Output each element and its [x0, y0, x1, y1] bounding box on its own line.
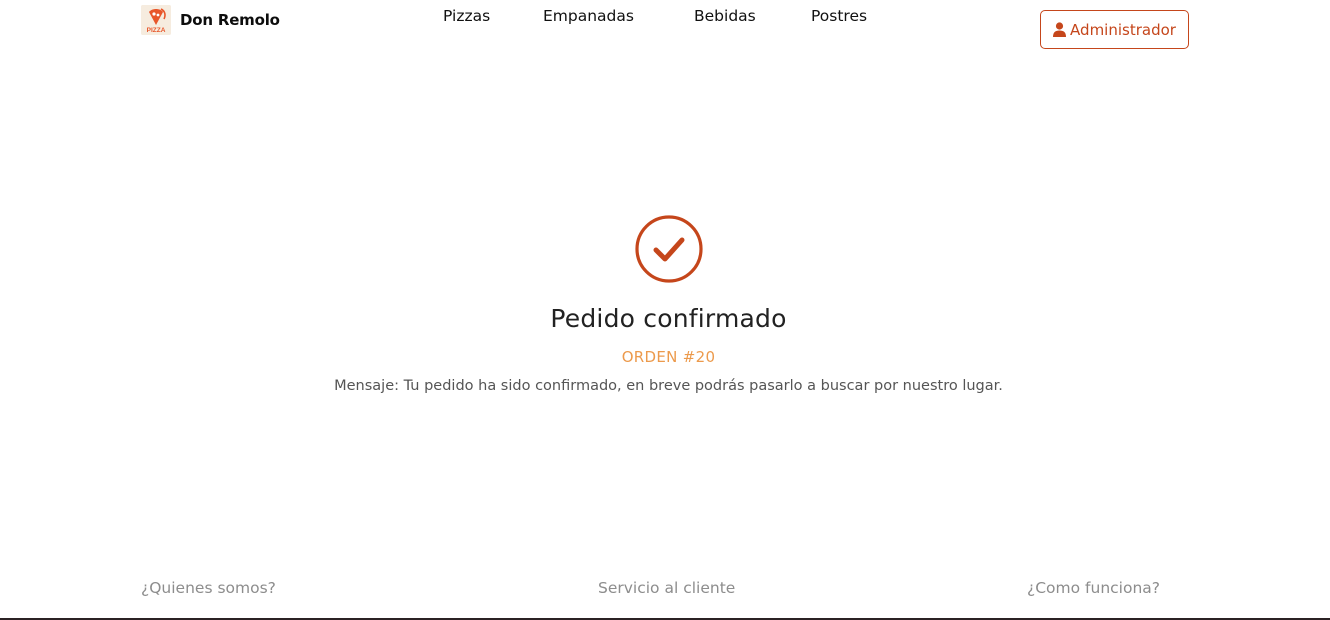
- confirmation-message: Mensaje: Tu pedido ha sido confirmado, e…: [334, 378, 1003, 394]
- nav-item-bebidas[interactable]: Bebidas: [694, 7, 756, 25]
- nav-item-postres[interactable]: Postres: [811, 7, 867, 25]
- nav-item-pizzas[interactable]: Pizzas: [443, 7, 490, 25]
- order-confirmation: Pedido confirmado ORDEN #20 Mensaje: Tu …: [0, 214, 1330, 394]
- footer-link-como-funciona[interactable]: ¿Como funciona?: [1027, 579, 1160, 597]
- navbar: PIZZA Don Remolo Pizzas Empanadas Bebida…: [0, 0, 1330, 60]
- nav-item-empanadas[interactable]: Empanadas: [543, 7, 634, 25]
- confirmation-title: Pedido confirmado: [550, 304, 787, 333]
- administrador-button[interactable]: Administrador: [1040, 10, 1189, 49]
- user-icon: [1053, 22, 1067, 37]
- administrador-label: Administrador: [1070, 20, 1176, 39]
- footer-link-servicio-al-cliente[interactable]: Servicio al cliente: [598, 579, 735, 597]
- footer: ¿Quienes somos? Servicio al cliente ¿Com…: [0, 579, 1330, 603]
- footer-link-quienes-somos[interactable]: ¿Quienes somos?: [141, 579, 276, 597]
- check-circle-icon: [634, 215, 703, 283]
- order-number: ORDEN #20: [621, 348, 716, 366]
